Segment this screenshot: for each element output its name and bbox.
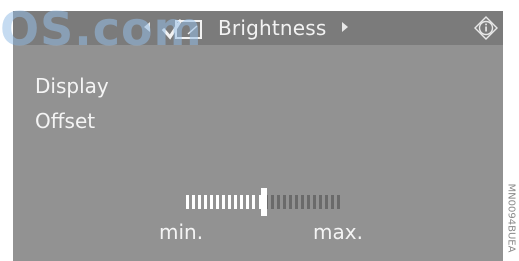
slider-segment: [216, 195, 220, 209]
slider-segment: [312, 195, 316, 209]
slider-segment: [288, 195, 292, 209]
next-arrow-icon[interactable]: [342, 22, 348, 32]
slider-segment: [306, 195, 310, 209]
slider-segment: [276, 195, 280, 209]
slider-segment: [186, 195, 189, 209]
brightness-slider[interactable]: [185, 188, 342, 216]
slider-segment: [270, 195, 274, 209]
slider-segment: [324, 195, 328, 209]
slider-segment: [198, 195, 202, 209]
slider-segment: [282, 195, 286, 209]
slider-segment: [234, 195, 238, 209]
slider-segment: [337, 195, 340, 209]
slider-segment: [240, 195, 244, 209]
slider-segment: [330, 195, 334, 209]
slider-segment: [318, 195, 322, 209]
page-title: Brightness: [218, 16, 327, 40]
slider-min-label: min.: [159, 220, 204, 244]
side-code-label: MN0094BUEA: [505, 183, 517, 253]
slider-segment: [246, 195, 250, 209]
watermark-text: OS.com: [0, 2, 203, 56]
menu-item-offset[interactable]: Offset: [35, 109, 95, 133]
slider-handle[interactable]: [260, 188, 267, 216]
info-icon[interactable]: [474, 16, 498, 40]
slider-segment: [222, 195, 226, 209]
slider-segment: [294, 195, 298, 209]
slider-segment: [300, 195, 304, 209]
slider-segment: [210, 195, 214, 209]
slider-segment: [192, 195, 195, 209]
slider-segment: [204, 195, 208, 209]
slider-max-label: max.: [313, 220, 363, 244]
menu-item-display[interactable]: Display: [35, 74, 109, 98]
slider-segment: [252, 195, 256, 209]
slider-segment: [228, 195, 232, 209]
